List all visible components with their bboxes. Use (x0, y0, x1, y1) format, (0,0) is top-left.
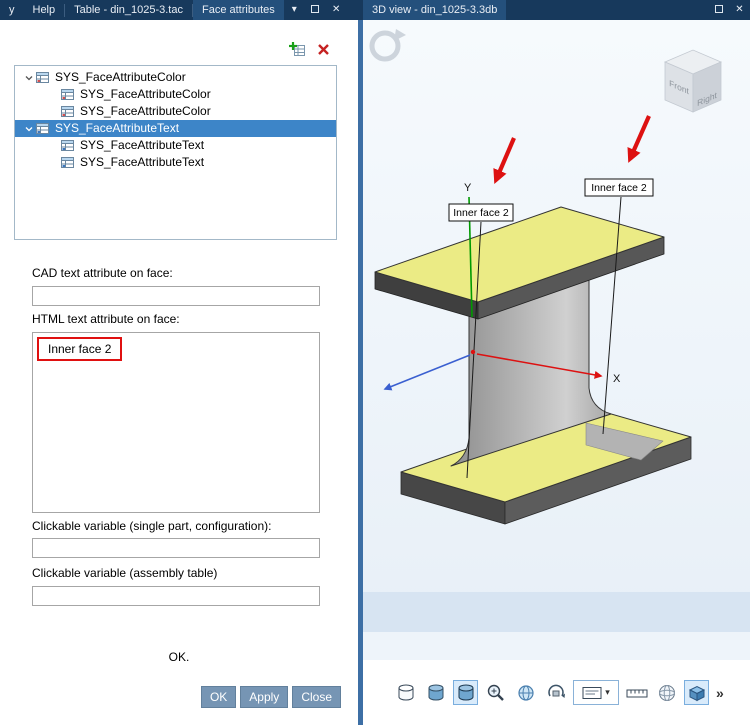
rotate-view-icon[interactable] (543, 680, 568, 705)
panel-maximize-button[interactable] (305, 0, 326, 20)
view-cube[interactable]: Front Right (663, 49, 723, 113)
face-label-left[interactable]: Inner face 2 (448, 203, 514, 222)
maximize-icon (311, 5, 320, 13)
tree-item-label: SYS_FaceAttributeText (55, 121, 180, 135)
face-attributes-panel: SYS_FaceAttributeColor SYS_FaceAttribute… (0, 20, 358, 725)
tab-table[interactable]: Table - din_1025-3.tac (65, 0, 192, 20)
clickable-assembly-input[interactable] (32, 586, 320, 606)
app-window: y Help Table - din_1025-3.tac Face attri… (0, 0, 750, 725)
tree-item-label: SYS_FaceAttributeColor (55, 70, 186, 84)
html-text-area[interactable]: Inner face 2 (32, 332, 320, 513)
cylinder-shaded-icon[interactable] (423, 680, 448, 705)
close-button[interactable]: Close (292, 686, 341, 708)
dialog-buttons: OK Apply Close (200, 686, 341, 708)
add-table-icon (289, 42, 305, 56)
ruler-icon[interactable] (624, 680, 649, 705)
tree-item-color-child[interactable]: SYS_FaceAttributeColor (15, 103, 336, 120)
face-label-right[interactable]: Inner face 2 (584, 178, 654, 197)
panel-splitter[interactable] (358, 20, 363, 725)
status-text: OK. (168, 650, 190, 664)
cylinder-shaded-edges-icon[interactable] (453, 680, 478, 705)
apply-button[interactable]: Apply (240, 686, 289, 708)
panel-toolbar (289, 41, 332, 58)
attribute-icon (61, 139, 76, 153)
view-close-button[interactable]: ✕ (729, 0, 750, 20)
view-3d-panel: Front Right Y X Inner face 2 Inner face … (363, 20, 750, 725)
attribute-icon (36, 71, 51, 85)
html-text-value-highlight: Inner face 2 (37, 337, 123, 361)
cylinder-outline-icon[interactable] (393, 680, 418, 705)
x-axis-label: X (613, 373, 621, 385)
face-label-left-text[interactable]: Inner face 2 (453, 207, 509, 219)
attribute-icon (61, 105, 76, 119)
tree-item-text-child[interactable]: SYS_FaceAttributeText (15, 154, 336, 171)
clickable-single-input[interactable] (32, 538, 320, 558)
tree-item-text-parent-selected[interactable]: SYS_FaceAttributeText (15, 120, 336, 137)
face-label-dropdown[interactable]: ▾ (573, 680, 619, 705)
attribute-icon (61, 88, 76, 102)
background-band (363, 592, 750, 632)
attribute-icon (61, 156, 76, 170)
tab-3d-view[interactable]: 3D view - din_1025-3.3db (363, 0, 507, 20)
view-toolbar: ▾ » (363, 660, 750, 725)
toolbar-overflow-button[interactable]: » (714, 685, 724, 701)
chevron-down-icon[interactable] (21, 70, 36, 85)
cad-text-label: CAD text attribute on face: (32, 266, 173, 280)
clickable-single-label: Clickable variable (single part, configu… (32, 519, 272, 533)
html-text-label: HTML text attribute on face: (32, 312, 180, 326)
viewport-3d[interactable]: Front Right Y X Inner face 2 Inner face … (363, 20, 750, 660)
view-title-bar: 3D view - din_1025-3.3db ✕ (363, 0, 750, 20)
tree-item-color-parent[interactable]: SYS_FaceAttributeColor (15, 69, 336, 86)
delete-x-icon (318, 44, 329, 55)
solid-box-icon[interactable] (684, 680, 709, 705)
tree-item-label: SYS_FaceAttributeText (80, 138, 205, 152)
background-band-light (363, 632, 750, 660)
tab-face-attributes[interactable]: Face attributes (192, 0, 284, 20)
tree-item-text-child[interactable]: SYS_FaceAttributeText (15, 137, 336, 154)
view-maximize-button[interactable] (708, 0, 729, 20)
panel-close-button[interactable]: ✕ (326, 0, 347, 20)
title-bar: y Help Table - din_1025-3.tac Face attri… (0, 0, 750, 20)
tree-item-color-child[interactable]: SYS_FaceAttributeColor (15, 86, 336, 103)
tree-item-label: SYS_FaceAttributeText (80, 155, 205, 169)
delete-attribute-button[interactable] (315, 41, 332, 58)
zoom-icon[interactable] (483, 680, 508, 705)
wireframe-sphere-icon[interactable] (654, 680, 679, 705)
chevron-down-icon: ▾ (605, 687, 610, 697)
face-label-icon (582, 686, 602, 699)
cad-text-input[interactable] (32, 286, 320, 306)
ok-button[interactable]: OK (200, 686, 237, 708)
y-axis-label: Y (464, 182, 472, 194)
attribute-tree: SYS_FaceAttributeColor SYS_FaceAttribute… (14, 65, 337, 240)
origin-marker (470, 349, 476, 355)
tree-item-label: SYS_FaceAttributeColor (80, 104, 211, 118)
chevron-down-icon[interactable] (21, 121, 36, 136)
menu-item-partial[interactable]: y (0, 0, 24, 20)
maximize-icon (714, 5, 723, 13)
attribute-icon (36, 122, 51, 136)
menu-item-help[interactable]: Help (24, 0, 65, 20)
tree-item-label: SYS_FaceAttributeColor (80, 87, 211, 101)
face-label-right-text[interactable]: Inner face 2 (591, 182, 647, 194)
panel-menu-caret-icon[interactable]: ▾ (284, 0, 305, 20)
add-attribute-button[interactable] (289, 41, 306, 58)
clickable-assembly-label: Clickable variable (assembly table) (32, 566, 218, 580)
pan-globe-icon[interactable] (513, 680, 538, 705)
